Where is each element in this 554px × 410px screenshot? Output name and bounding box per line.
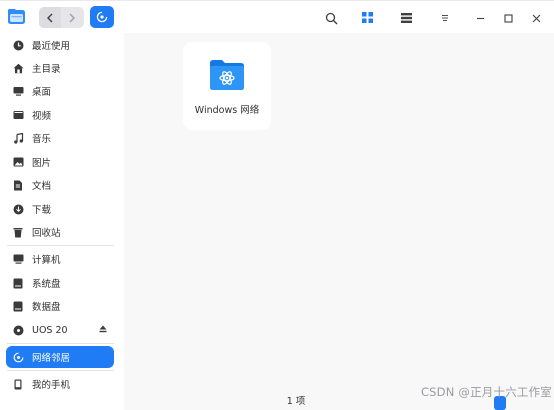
music-icon (11, 131, 25, 145)
search-icon (325, 12, 337, 24)
file-manager-icon[interactable] (7, 7, 26, 26)
maximize-icon (503, 13, 513, 23)
sidebar-item-label: 回收站 (32, 228, 61, 239)
sidebar-item-phone[interactable]: 我的手机 (6, 373, 114, 395)
sidebar-item-home[interactable]: 主目录 (6, 57, 114, 79)
sidebar-item-trash[interactable]: 回收站 (6, 221, 114, 243)
sidebar-item-label: UOS 20 (32, 324, 68, 336)
sidebar-item-music[interactable]: 音乐 (6, 127, 114, 149)
disk-icon (11, 299, 25, 313)
sidebar-item-label: 主目录 (32, 64, 61, 75)
sidebar-item-computer[interactable]: 计算机 (6, 248, 114, 270)
trash-icon (11, 225, 25, 239)
desktop-icon (11, 84, 25, 98)
sidebar-item-label: 计算机 (32, 255, 61, 266)
grid-view-icon (362, 12, 373, 23)
navigation-buttons (39, 7, 84, 28)
breadcrumb-network-button[interactable] (90, 6, 114, 28)
sidebar-item-label: 文档 (32, 181, 52, 192)
phone-icon (11, 377, 25, 391)
close-button[interactable] (528, 10, 544, 26)
sidebar-item-system-disk[interactable]: 系统盘 (6, 272, 114, 294)
minimize-icon (476, 17, 484, 19)
clock-icon (11, 38, 25, 52)
disk-icon (11, 276, 25, 290)
sidebar-item-pictures[interactable]: 图片 (6, 151, 114, 173)
disc-icon (11, 323, 25, 337)
sidebar-item-data-disk[interactable]: 数据盘 (6, 295, 114, 317)
sidebar-item-label: 我的手机 (32, 380, 71, 391)
icon-view-button[interactable] (357, 7, 378, 28)
list-view-button[interactable] (398, 10, 414, 26)
status-bar-count: 1 项 (286, 396, 306, 407)
file-item-label: Windows 网络 (194, 105, 260, 116)
forward-button[interactable] (61, 7, 83, 28)
sidebar-item-label: 数据盘 (32, 302, 61, 313)
home-icon (11, 61, 25, 75)
sidebar-item-label: 最近使用 (32, 41, 71, 52)
file-view: Windows 网络 1 项 CSDN @正月十六工作室 (124, 33, 554, 410)
sidebar-item-desktop[interactable]: 桌面 (6, 80, 114, 102)
sidebar-item-recent[interactable]: 最近使用 (6, 34, 114, 56)
chevron-left-icon (47, 13, 53, 22)
sidebar-item-label: 下载 (32, 205, 52, 216)
sidebar-divider (7, 245, 114, 246)
computer-icon (11, 252, 25, 266)
watermark-text: CSDN @正月十六工作室 (420, 385, 552, 399)
network-icon (11, 350, 25, 364)
minimize-button[interactable] (472, 10, 488, 26)
sidebar-item-label: 网络邻居 (32, 353, 71, 364)
search-button[interactable] (323, 10, 339, 26)
sidebar-item-label: 图片 (32, 158, 52, 169)
document-icon (11, 178, 25, 192)
file-item[interactable]: Windows 网络 (183, 42, 271, 130)
sidebar-item-videos[interactable]: 视频 (6, 104, 114, 126)
sidebar-item-label: 系统盘 (32, 279, 61, 290)
download-icon (11, 202, 25, 216)
chevron-right-icon (69, 13, 75, 22)
eject-icon[interactable] (99, 325, 107, 336)
sidebar-item-label: 音乐 (32, 134, 52, 145)
sidebar-divider (7, 343, 114, 344)
sidebar-item-label: 视频 (32, 111, 52, 122)
sidebar-item-downloads[interactable]: 下载 (6, 198, 114, 220)
sidebar-item-documents[interactable]: 文档 (6, 174, 114, 196)
menu-button[interactable] (437, 10, 453, 26)
title-bar (0, 0, 554, 33)
sidebar-item-uos20[interactable]: UOS 20 (6, 319, 114, 341)
video-icon (11, 108, 25, 122)
network-icon (96, 11, 108, 23)
network-folder-icon (210, 60, 244, 90)
picture-icon (11, 155, 25, 169)
sidebar-item-label: 桌面 (32, 87, 52, 98)
sidebar-item-network[interactable]: 网络邻居 (6, 346, 114, 368)
close-icon (532, 14, 540, 22)
sidebar-divider (7, 370, 114, 371)
sidebar: 最近使用 主目录 桌面 视频 音乐 图片 文档 下载 回收站 计算机 系统盘 数… (0, 33, 124, 410)
maximize-button[interactable] (500, 10, 516, 26)
menu-icon (442, 15, 448, 21)
list-view-icon (400, 13, 412, 23)
back-button[interactable] (39, 7, 61, 28)
